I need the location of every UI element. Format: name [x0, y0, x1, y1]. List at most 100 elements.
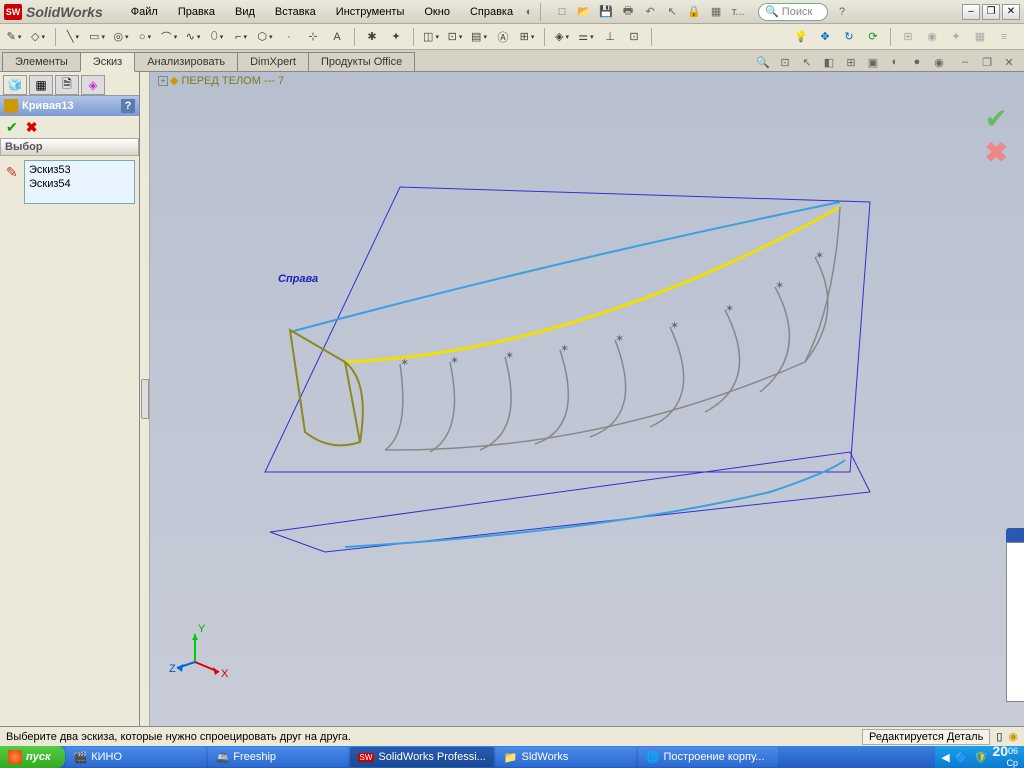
- doc-close[interactable]: ✕: [1000, 53, 1018, 71]
- circle-button[interactable]: ○: [135, 27, 155, 47]
- new-button[interactable]: □: [554, 4, 570, 20]
- repair-button[interactable]: ⊥: [600, 27, 620, 47]
- display-button[interactable]: ◈: [552, 27, 572, 47]
- appearance-icon[interactable]: ●: [908, 53, 926, 71]
- menu-insert[interactable]: Вставка: [267, 4, 324, 20]
- tab-elements[interactable]: Элементы: [2, 52, 81, 71]
- zoom-fit-icon[interactable]: 🔍: [754, 53, 772, 71]
- dimension-button[interactable]: ◇: [28, 27, 48, 47]
- zoom-area-icon[interactable]: ⊡: [776, 53, 794, 71]
- trim-button[interactable]: ✱: [362, 27, 382, 47]
- ellipse-button[interactable]: ⬯: [207, 27, 227, 47]
- system-tray[interactable]: ◀ 🔷 🛡 2006 Ср: [935, 746, 1024, 768]
- app-name: SolidWorks: [26, 4, 103, 20]
- spline-button[interactable]: ∿: [183, 27, 203, 47]
- dimxpert-tab[interactable]: ◈: [81, 75, 105, 95]
- doc-minimize[interactable]: –: [956, 53, 974, 71]
- help-icon[interactable]: ◐: [521, 4, 537, 20]
- scene-icon[interactable]: ◉: [930, 53, 948, 71]
- taskbar-item[interactable]: 🌐Построение корпу...: [638, 747, 778, 767]
- doc-restore[interactable]: ❐: [978, 53, 996, 71]
- menu-tools[interactable]: Инструменты: [328, 4, 413, 20]
- mirror-button[interactable]: ▤: [469, 27, 489, 47]
- linear-pattern[interactable]: Ⓐ: [493, 27, 513, 47]
- start-button[interactable]: пуск: [0, 746, 65, 768]
- point-button[interactable]: ·: [279, 27, 299, 47]
- tab-office[interactable]: Продукты Office: [308, 52, 415, 71]
- save-button[interactable]: 💾: [598, 4, 614, 20]
- selection-list[interactable]: Эскиз53 Эскиз54: [24, 160, 135, 204]
- options-button[interactable]: ▦: [708, 4, 724, 20]
- rebuild-icon[interactable]: ⟳: [863, 27, 883, 47]
- flyout-handle[interactable]: [141, 379, 149, 419]
- task-pane-tab[interactable]: [1006, 528, 1024, 542]
- menu-file[interactable]: Файл: [123, 4, 166, 20]
- lightbulb-icon[interactable]: 💡: [791, 27, 811, 47]
- print-button[interactable]: 🖶: [620, 4, 636, 20]
- refresh-icon[interactable]: ↻: [839, 27, 859, 47]
- tray-icon[interactable]: 🛡: [973, 751, 987, 764]
- display-style-icon[interactable]: ▣: [864, 53, 882, 71]
- status-icon[interactable]: ◉: [1008, 730, 1018, 743]
- fillet-button[interactable]: ⌐: [231, 27, 251, 47]
- status-icon[interactable]: ▯: [996, 730, 1002, 743]
- task-pane[interactable]: [1006, 542, 1024, 702]
- quick-snap[interactable]: ⊡: [624, 27, 644, 47]
- tab-analyze[interactable]: Анализировать: [134, 52, 238, 71]
- extend-button[interactable]: ✦: [386, 27, 406, 47]
- taskbar-item[interactable]: SWSolidWorks Professi...: [350, 747, 494, 767]
- menu-view[interactable]: Вид: [227, 4, 263, 20]
- tab-sketch[interactable]: Эскиз: [80, 52, 135, 72]
- manager-tabs: 🧊 ▦ 🗎 ◈: [0, 72, 139, 96]
- menu-window[interactable]: Окно: [416, 4, 458, 20]
- config-tab[interactable]: 🗎: [55, 75, 79, 95]
- taskbar-item[interactable]: 🚢Freeship: [208, 747, 348, 767]
- arc-button[interactable]: ⌒: [159, 27, 179, 47]
- svg-text:Z: Z: [169, 663, 176, 675]
- select-button[interactable]: ↖: [664, 4, 680, 20]
- undo-button[interactable]: ↶: [642, 4, 658, 20]
- line-button[interactable]: ╲: [63, 27, 83, 47]
- taskbar-item[interactable]: 📁SldWorks: [496, 747, 636, 767]
- offset-button[interactable]: ⊡: [445, 27, 465, 47]
- hide-show-icon[interactable]: ◐: [886, 53, 904, 71]
- tray-icon[interactable]: ◀: [941, 751, 949, 764]
- minimize-button[interactable]: –: [962, 4, 980, 20]
- tray-icon[interactable]: 🔷: [955, 751, 969, 764]
- ok-icon[interactable]: ✔: [6, 119, 18, 136]
- menu-edit[interactable]: Правка: [170, 4, 223, 20]
- taskbar-item[interactable]: 🎬КИНО: [66, 747, 206, 767]
- view-orient-icon[interactable]: ⊞: [842, 53, 860, 71]
- convert-button[interactable]: ◫: [421, 27, 441, 47]
- cancel-icon[interactable]: ✖: [26, 119, 38, 136]
- text-button[interactable]: A: [327, 27, 347, 47]
- open-button[interactable]: 📂: [576, 4, 592, 20]
- selection-item[interactable]: Эскиз54: [29, 177, 130, 191]
- sketch-button[interactable]: ✎: [4, 27, 24, 47]
- slot-button[interactable]: ◎: [111, 27, 131, 47]
- selection-item[interactable]: Эскиз53: [29, 163, 130, 177]
- svg-text:✶: ✶: [400, 357, 409, 369]
- search-box[interactable]: 🔍 Поиск: [758, 3, 828, 21]
- help-dropdown[interactable]: ?: [834, 4, 850, 20]
- polygon-button[interactable]: ⬡: [255, 27, 275, 47]
- main-menu: Файл Правка Вид Вставка Инструменты Окно…: [123, 4, 521, 20]
- section-view-icon[interactable]: ◧: [820, 53, 838, 71]
- graphics-viewport[interactable]: + ◆ ПЕРЕД ТЕЛОМ --- 7 ✔ ✖ Справа: [150, 72, 1024, 726]
- rebuild-button[interactable]: 🔒: [686, 4, 702, 20]
- more-button[interactable]: т...: [730, 4, 746, 20]
- maximize-button[interactable]: ❐: [982, 4, 1000, 20]
- rect-button[interactable]: ▭: [87, 27, 107, 47]
- svg-text:✶: ✶: [615, 333, 624, 345]
- help-button[interactable]: ?: [121, 99, 135, 113]
- feature-tree-tab[interactable]: 🧊: [3, 75, 27, 95]
- prev-view-icon[interactable]: ↖: [798, 53, 816, 71]
- move-icon[interactable]: ✥: [815, 27, 835, 47]
- relation-button[interactable]: ⚌: [576, 27, 596, 47]
- close-button[interactable]: ✕: [1002, 4, 1020, 20]
- tab-dimxpert[interactable]: DimXpert: [237, 52, 309, 71]
- centerline-button[interactable]: ⊹: [303, 27, 323, 47]
- property-tab[interactable]: ▦: [29, 75, 53, 95]
- menu-help[interactable]: Справка: [462, 4, 521, 20]
- move-button[interactable]: ⊞: [517, 27, 537, 47]
